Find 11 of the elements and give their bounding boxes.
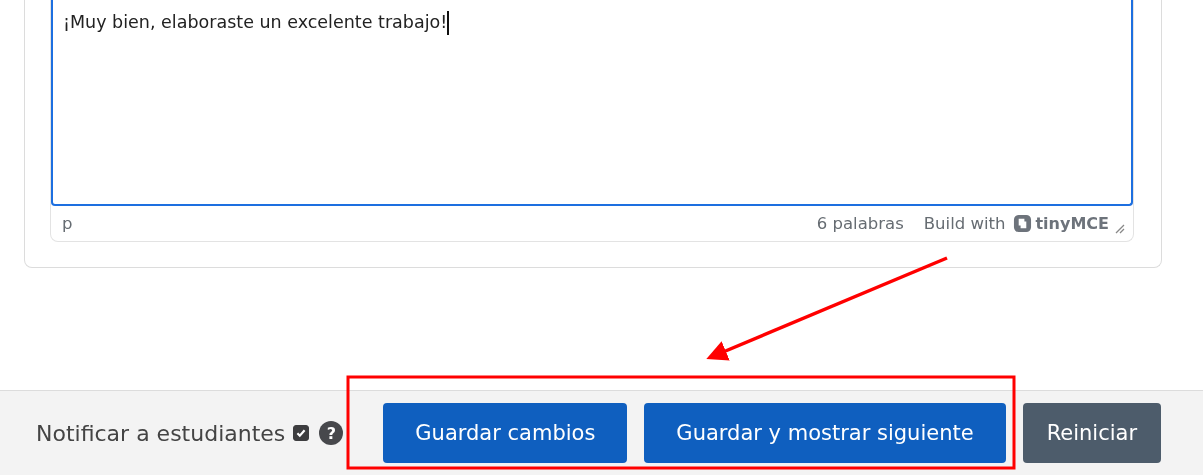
branding-text: Build with [923, 214, 1006, 233]
save-button[interactable]: Guardar cambios [383, 403, 628, 463]
text-editor-field[interactable]: ¡Muy bien, elaboraste un excelente trabajo! [51, 0, 1133, 206]
save-button[interactable]: Guardar y mostrar siguiente [644, 403, 1006, 463]
notify-label: Notificar a estudiantes [36, 420, 286, 446]
reset-button[interactable]: Reiniciar [1022, 403, 1162, 463]
help-icon[interactable]: ? [319, 421, 344, 445]
word-count[interactable]: 6 palabras [816, 214, 904, 233]
element-path[interactable]: p [62, 214, 73, 233]
brand-link[interactable]: tinyMCE [1035, 214, 1109, 233]
editor-text: ¡Muy bien, elaboraste un excelente trabajo! [63, 12, 448, 32]
